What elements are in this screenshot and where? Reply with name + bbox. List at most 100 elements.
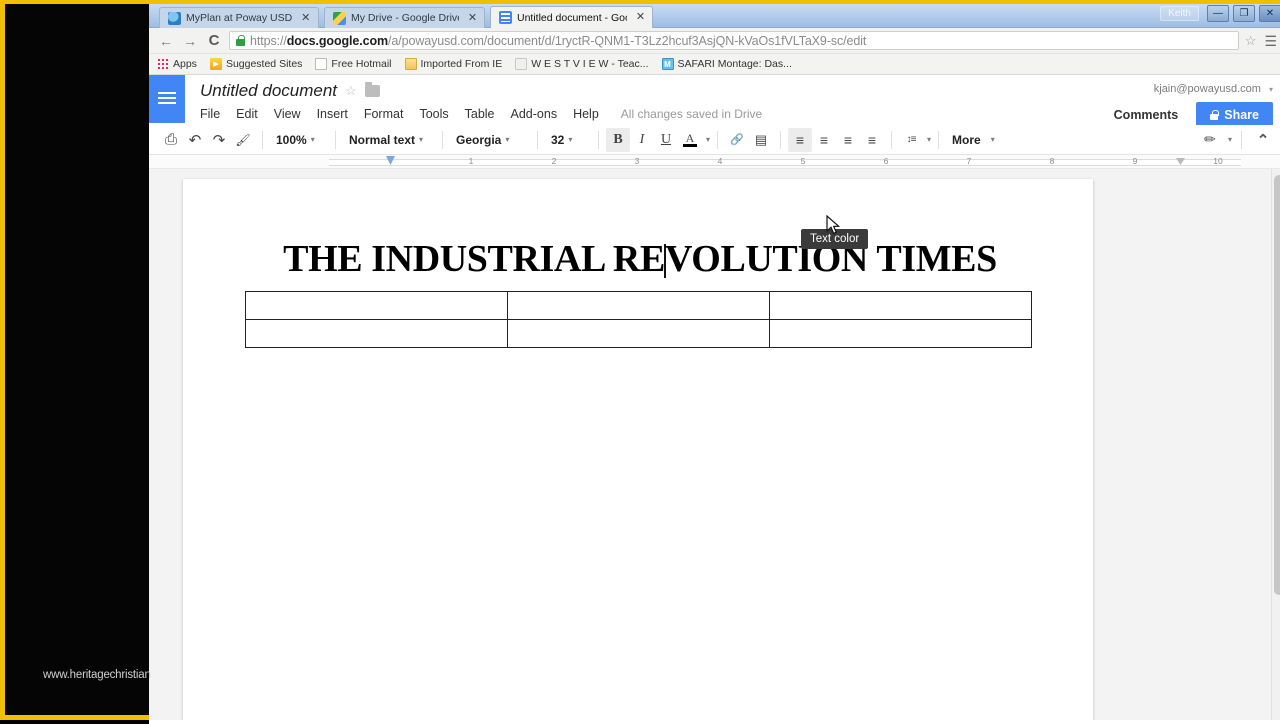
apps-grid-icon	[157, 58, 169, 70]
comment-icon[interactable]	[749, 128, 773, 152]
bookmark-apps[interactable]: Apps	[157, 58, 197, 70]
toolbar-divider	[537, 131, 538, 149]
table-cell-r1c3[interactable]	[770, 292, 1032, 320]
docs-logo-icon[interactable]	[149, 75, 185, 123]
docs-logo-lines	[158, 92, 176, 107]
table-row[interactable]	[246, 292, 1032, 320]
forward-button[interactable]: →	[181, 32, 199, 50]
maximize-button[interactable]: ❐	[1233, 5, 1255, 22]
text-color-button[interactable]: A	[678, 128, 702, 152]
table-cell-r2c2[interactable]	[507, 320, 770, 348]
ruler-number: 6	[884, 156, 889, 166]
menu-view[interactable]: View	[266, 105, 309, 123]
suggested-sites-icon	[210, 58, 222, 70]
browser-tab-drive[interactable]: My Drive - Google Drive ✕	[324, 7, 485, 28]
paragraph-style-select[interactable]: Normal text ▾	[343, 128, 435, 152]
undo-icon[interactable]	[183, 128, 207, 152]
vertical-scrollbar[interactable]	[1271, 169, 1280, 720]
minimize-button[interactable]: —	[1207, 5, 1229, 22]
scrollbar-thumb[interactable]	[1274, 175, 1280, 595]
browser-tab-myplan[interactable]: MyPlan at Poway USD ✕	[159, 7, 319, 28]
bookmark-free-hotmail[interactable]: Free Hotmail	[315, 58, 391, 70]
menu-format[interactable]: Format	[356, 105, 412, 123]
align-right-icon[interactable]	[836, 128, 860, 152]
docs-icon	[499, 11, 512, 24]
ruler-number: 8	[1050, 156, 1055, 166]
ruler-number: 1	[469, 156, 474, 166]
bookmark-westview[interactable]: W E S T V I E W - Teac...	[515, 58, 648, 70]
document-page[interactable]: THE INDUSTRIAL REVOLUTION TIMES	[183, 179, 1093, 720]
bold-button[interactable]: B	[606, 128, 630, 152]
menu-table[interactable]: Table	[457, 105, 503, 123]
ruler-number: 9	[1133, 156, 1138, 166]
italic-button[interactable]: I	[630, 128, 654, 152]
star-icon[interactable]: ☆	[345, 83, 357, 99]
close-icon[interactable]: ✕	[635, 12, 646, 23]
document-title[interactable]: Untitled document	[200, 81, 337, 101]
tab-label: My Drive - Google Drive	[351, 12, 459, 24]
comments-button[interactable]: Comments	[1106, 104, 1187, 126]
bookmark-safari-montage[interactable]: SAFARI Montage: Das...	[662, 58, 792, 70]
document-heading[interactable]: THE INDUSTRIAL REVOLUTION TIMES	[245, 237, 1035, 281]
bookmark-star-icon[interactable]: ☆	[1245, 33, 1257, 49]
close-window-button[interactable]: ✕	[1259, 5, 1280, 22]
pencil-icon[interactable]	[1198, 128, 1222, 152]
align-center-icon[interactable]	[812, 128, 836, 152]
document-canvas[interactable]: THE INDUSTRIAL REVOLUTION TIMES	[149, 169, 1280, 720]
print-icon[interactable]	[159, 128, 183, 152]
document-ruler[interactable]: 1 2 3 4 5 6 7 8 9 10	[149, 155, 1280, 169]
underline-button[interactable]: U	[654, 128, 678, 152]
menu-file[interactable]: File	[200, 105, 228, 123]
font-family-select[interactable]: Georgia ▾	[450, 128, 530, 152]
menu-edit[interactable]: Edit	[228, 105, 266, 123]
align-left-icon[interactable]	[788, 128, 812, 152]
window-controls: Keith — ❐ ✕	[1160, 5, 1280, 22]
toolbar-divider	[717, 131, 718, 149]
more-button[interactable]: More	[946, 128, 987, 152]
reload-button[interactable]: C	[205, 32, 223, 50]
address-bar[interactable]: https://docs.google.com/a/powayusd.com/d…	[229, 31, 1239, 50]
menu-add-ons[interactable]: Add-ons	[503, 105, 566, 123]
google-docs-app: Untitled document ☆ File Edit View Inser…	[149, 75, 1280, 724]
lock-icon	[236, 35, 245, 46]
browser-menu-icon[interactable]: ☰	[1262, 34, 1277, 48]
back-button[interactable]: ←	[157, 32, 175, 50]
table-cell-r2c3[interactable]	[770, 320, 1032, 348]
docs-menu-bar: File Edit View Insert Format Tools Table…	[200, 105, 1106, 123]
folder-icon[interactable]	[365, 85, 380, 97]
ruler-number: 4	[718, 156, 723, 166]
chevron-down-icon[interactable]: ▾	[706, 135, 710, 144]
bookmark-imported-from-ie[interactable]: Imported From IE	[405, 58, 503, 70]
line-spacing-icon[interactable]	[899, 128, 923, 152]
browser-user-chip[interactable]: Keith	[1160, 6, 1199, 21]
table-cell-r2c1[interactable]	[246, 320, 508, 348]
close-icon[interactable]: ✕	[467, 13, 478, 24]
table-cell-r1c1[interactable]	[246, 292, 508, 320]
paint-format-icon[interactable]	[231, 128, 255, 152]
ruler-number: 10	[1213, 156, 1222, 166]
font-size-select[interactable]: 32 ▾	[545, 128, 591, 152]
account-email[interactable]: kjain@powayusd.com ▾	[1106, 83, 1273, 95]
menu-insert[interactable]: Insert	[309, 105, 356, 123]
tab-label: Untitled document - Google D	[517, 12, 627, 24]
chevron-down-icon[interactable]: ▾	[991, 135, 995, 144]
chevron-down-icon: ▾	[419, 135, 423, 144]
docs-toolbar: 100% ▾ Normal text ▾ Georgia ▾ 32 ▾	[149, 125, 1280, 155]
chevron-down-icon[interactable]: ▾	[1228, 135, 1232, 144]
chevron-down-icon[interactable]: ▾	[927, 135, 931, 144]
close-icon[interactable]: ✕	[300, 13, 311, 24]
zoom-level-select[interactable]: 100% ▾	[270, 128, 328, 152]
align-justify-icon[interactable]	[860, 128, 884, 152]
browser-tab-untitled-document[interactable]: Untitled document - Google D ✕	[490, 6, 653, 28]
bookmark-suggested-sites[interactable]: Suggested Sites	[210, 58, 302, 70]
redo-icon[interactable]	[207, 128, 231, 152]
insert-link-icon[interactable]	[725, 128, 749, 152]
menu-help[interactable]: Help	[565, 105, 607, 123]
menu-tools[interactable]: Tools	[411, 105, 456, 123]
font-family-value: Georgia	[456, 133, 501, 147]
drive-icon	[333, 12, 346, 25]
table-cell-r1c2[interactable]	[507, 292, 770, 320]
collapse-icon[interactable]	[1251, 128, 1275, 152]
document-table[interactable]	[245, 291, 1032, 348]
table-row[interactable]	[246, 320, 1032, 348]
